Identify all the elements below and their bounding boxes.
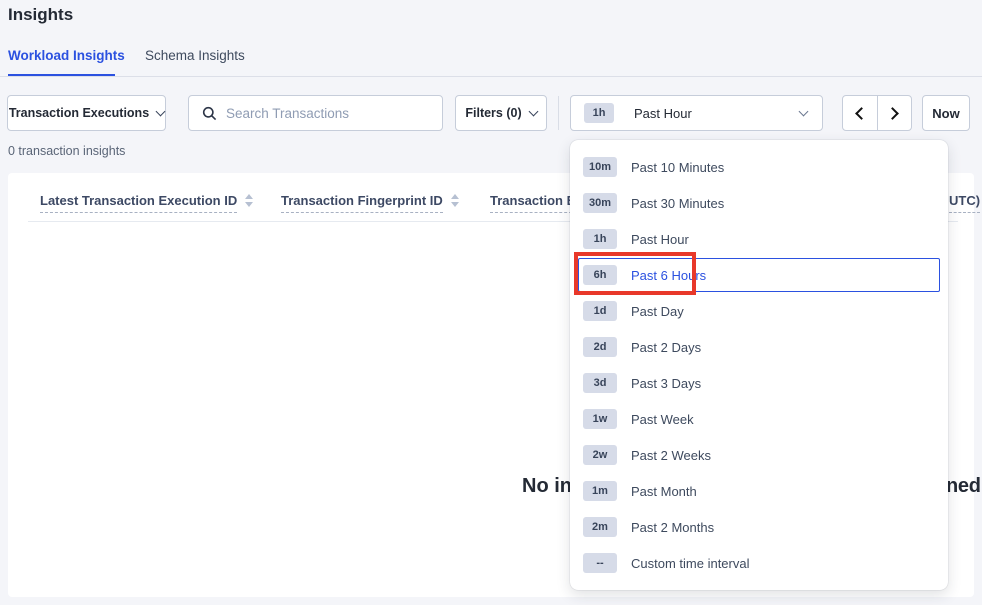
interval-badge: 2d — [583, 337, 617, 357]
toolbar-divider — [558, 96, 559, 130]
chevron-right-icon — [886, 107, 899, 120]
time-interval-dropdown-menu: 10m Past 10 Minutes 30m Past 30 Minutes … — [570, 140, 948, 590]
page-title: Insights — [8, 5, 73, 25]
menu-item-past-day[interactable]: 1d Past Day — [570, 293, 948, 329]
tab-workload-insights[interactable]: Workload Insights — [8, 48, 125, 63]
interval-badge: 1h — [583, 229, 617, 249]
column-header-label: Transaction Fingerprint ID — [281, 193, 443, 213]
menu-item-past-month[interactable]: 1m Past Month — [570, 473, 948, 509]
menu-item-past-hour[interactable]: 1h Past Hour — [570, 221, 948, 257]
insights-page: Insights Workload Insights Schema Insigh… — [0, 0, 982, 605]
empty-state-text-fragment-left: No in — [522, 475, 572, 498]
interval-badge: 2m — [583, 517, 617, 537]
time-range-label: Past Hour — [634, 106, 792, 121]
chevron-down-icon — [156, 107, 166, 117]
interval-badge: 2w — [583, 445, 617, 465]
search-icon — [202, 106, 217, 121]
interval-badge: 1m — [583, 481, 617, 501]
column-header-transaction-fingerprint-id[interactable]: Transaction Fingerprint ID — [281, 193, 459, 213]
menu-item-past-2-months[interactable]: 2m Past 2 Months — [570, 509, 948, 545]
time-step-buttons — [842, 95, 912, 131]
column-header-label: Transaction Ex — [490, 193, 582, 213]
menu-item-past-2-days[interactable]: 2d Past 2 Days — [570, 329, 948, 365]
menu-item-past-3-days[interactable]: 3d Past 3 Days — [570, 365, 948, 401]
menu-item-past-6-hours[interactable]: 6h Past 6 Hours — [578, 258, 940, 292]
menu-item-past-2-weeks[interactable]: 2w Past 2 Weeks — [570, 437, 948, 473]
interval-badge: 10m — [583, 157, 617, 177]
sort-icon — [451, 194, 459, 207]
now-button[interactable]: Now — [922, 95, 970, 131]
chevron-down-icon — [528, 107, 538, 117]
time-range-selector[interactable]: 1h Past Hour — [570, 95, 823, 131]
search-input[interactable] — [226, 106, 426, 121]
column-header-transaction-execution-partial[interactable]: Transaction Ex — [490, 193, 582, 213]
column-header-utc-partial[interactable]: UTC) — [949, 193, 980, 213]
next-interval-button[interactable] — [878, 96, 912, 130]
tab-schema-insights[interactable]: Schema Insights — [145, 48, 245, 63]
view-selector-label: Transaction Executions — [9, 106, 149, 120]
menu-item-custom-time-interval[interactable]: -- Custom time interval — [570, 545, 948, 581]
view-selector-dropdown[interactable]: Transaction Executions — [7, 95, 166, 131]
empty-state-text-fragment-right: ned. — [946, 475, 982, 498]
menu-item-past-week[interactable]: 1w Past Week — [570, 401, 948, 437]
interval-badge: 6h — [583, 265, 617, 285]
time-range-badge: 1h — [584, 103, 614, 123]
interval-badge: -- — [583, 553, 617, 573]
tabs-divider — [0, 76, 982, 77]
interval-badge: 3d — [583, 373, 617, 393]
column-header-label: UTC) — [949, 193, 980, 213]
chevron-left-icon — [855, 107, 868, 120]
menu-item-past-10-minutes[interactable]: 10m Past 10 Minutes — [570, 149, 948, 185]
filters-label: Filters (0) — [465, 106, 521, 120]
menu-item-past-30-minutes[interactable]: 30m Past 30 Minutes — [570, 185, 948, 221]
interval-badge: 30m — [583, 193, 617, 213]
filters-button[interactable]: Filters (0) — [455, 95, 547, 131]
column-header-latest-transaction-execution-id[interactable]: Latest Transaction Execution ID — [40, 193, 253, 213]
search-box[interactable] — [188, 95, 443, 131]
results-count: 0 transaction insights — [8, 144, 125, 158]
sort-icon — [245, 194, 253, 207]
chevron-down-icon — [799, 107, 809, 117]
column-header-label: Latest Transaction Execution ID — [40, 193, 237, 213]
interval-badge: 1d — [583, 301, 617, 321]
previous-interval-button[interactable] — [843, 96, 878, 130]
interval-badge: 1w — [583, 409, 617, 429]
